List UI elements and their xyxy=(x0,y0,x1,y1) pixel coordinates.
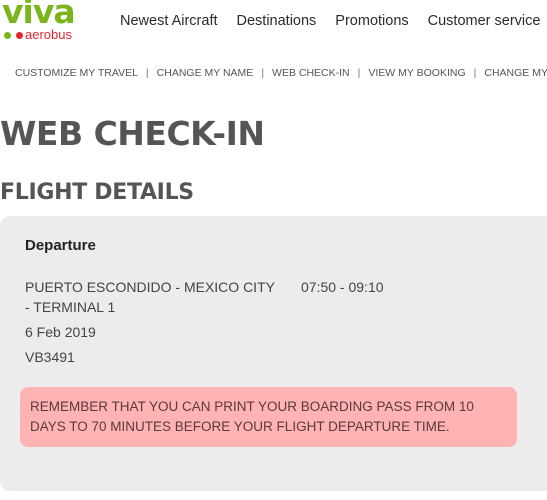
section-title: FLIGHT DETAILS xyxy=(0,180,194,205)
subnav-separator: | xyxy=(473,67,477,79)
subnav-change-my-name[interactable]: CHANGE MY NAME xyxy=(157,66,254,80)
flight-number: VB3491 xyxy=(25,349,75,365)
manage-booking-subnav: CUSTOMIZE MY TRAVEL | CHANGE MY NAME | W… xyxy=(15,66,547,80)
green-dot-icon xyxy=(4,31,11,39)
logo-subline: aerobus xyxy=(4,28,72,42)
red-dot-icon xyxy=(16,31,23,39)
subnav-web-check-in[interactable]: WEB CHECK-IN xyxy=(272,66,350,80)
flight-date: 6 Feb 2019 xyxy=(25,324,96,340)
viva-aerobus-logo[interactable]: viva aerobus xyxy=(2,0,92,44)
nav-newest-aircraft[interactable]: Newest Aircraft xyxy=(120,11,218,31)
departure-heading: Departure xyxy=(25,237,96,254)
flight-details-card xyxy=(0,216,547,491)
main-navigation: Newest Aircraft Destinations Promotions … xyxy=(120,11,547,31)
nav-promotions[interactable]: Promotions xyxy=(335,11,408,31)
subnav-view-my-booking[interactable]: VIEW MY BOOKING xyxy=(368,66,465,80)
nav-customer-service[interactable]: Customer service xyxy=(428,11,541,31)
logo-subtext: aerobus xyxy=(25,27,72,42)
subnav-separator: | xyxy=(145,67,149,79)
flight-route: PUERTO ESCONDIDO - MEXICO CITY - TERMINA… xyxy=(25,279,275,315)
site-header: viva aerobus Newest Aircraft Destination… xyxy=(0,0,547,48)
nav-destinations[interactable]: Destinations xyxy=(237,11,317,31)
page-title: WEB CHECK-IN xyxy=(0,114,265,153)
subnav-separator: | xyxy=(357,67,361,79)
subnav-separator: | xyxy=(261,67,265,79)
flight-times: 07:50 - 09:10 xyxy=(301,279,384,295)
boarding-pass-notice: REMEMBER THAT YOU CAN PRINT YOUR BOARDIN… xyxy=(20,387,517,447)
subnav-customize-my-travel[interactable]: CUSTOMIZE MY TRAVEL xyxy=(15,66,138,80)
page: viva aerobus Newest Aircraft Destination… xyxy=(0,0,547,500)
subnav-change-my-booking[interactable]: CHANGE MY BO xyxy=(484,66,547,80)
